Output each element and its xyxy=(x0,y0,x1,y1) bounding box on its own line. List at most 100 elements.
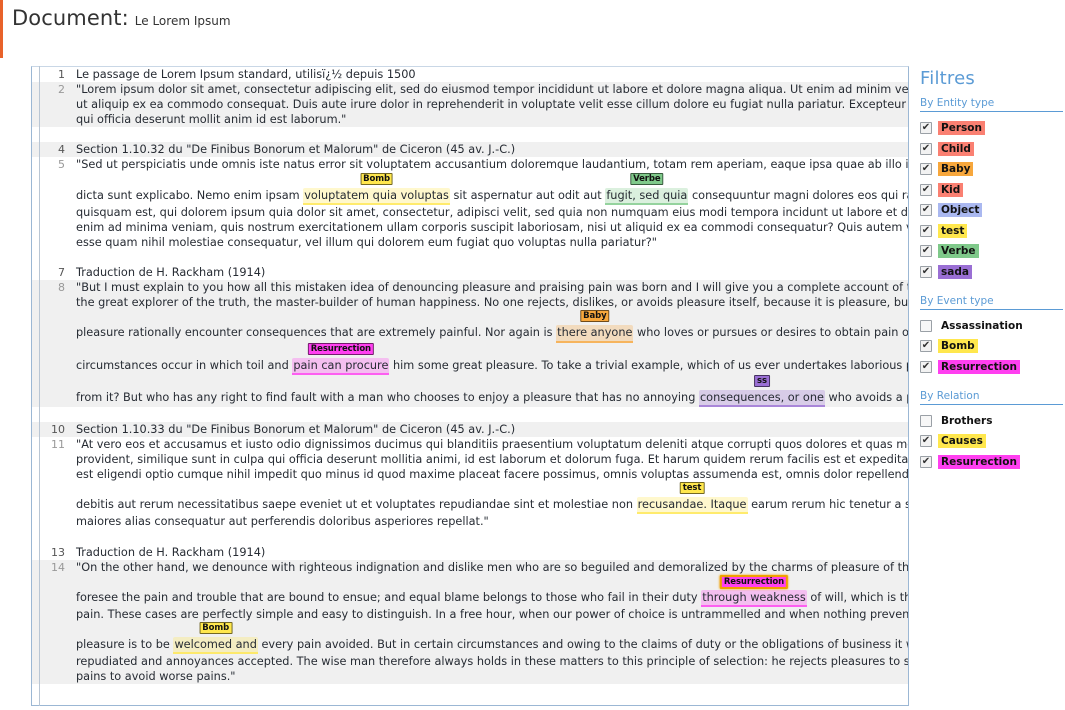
filter-item-label: Baby xyxy=(938,162,974,176)
text-fragment: "On the other hand, we denounce with rig… xyxy=(76,560,908,574)
filter-item-bomb[interactable]: ✔ Bomb xyxy=(920,339,1065,353)
annotation-span[interactable]: pain can procure Resurrection xyxy=(292,342,390,375)
filter-item-person[interactable]: ✔ Person xyxy=(920,121,1065,135)
checkbox-checked-icon[interactable]: ✔ xyxy=(920,360,932,373)
document-text-block[interactable]: "But I must explain to you how all this … xyxy=(70,280,908,407)
annotation-span[interactable]: consequences, or one ss xyxy=(698,374,825,407)
filter-item-kid[interactable]: ✔ Kid xyxy=(920,182,1065,197)
annotation-span[interactable]: through weakness Resurrection xyxy=(701,574,807,607)
document-text-block[interactable]: "On the other hand, we denounce with rig… xyxy=(70,560,908,685)
annotation-label[interactable]: Resurrection xyxy=(719,574,789,589)
annotation-label[interactable]: Verbe xyxy=(630,172,664,185)
annotation-span[interactable]: fugit, sed quia Verbe xyxy=(605,172,689,205)
filter-item-object[interactable]: ✔ Object xyxy=(920,203,1065,217)
annotation-label[interactable]: test xyxy=(679,482,705,495)
annotation-span[interactable]: welcomed and Bomb xyxy=(173,622,258,655)
document-rows: 1 Le passage de Lorem Ipsum standard, uti… xyxy=(32,67,908,685)
page-title: Document: Le Lorem Ipsum xyxy=(12,6,231,36)
checkbox-checked-icon[interactable]: ✔ xyxy=(920,224,932,237)
text-fragment: enim ad minima veniam, quis nostrum exer… xyxy=(76,220,908,234)
filter-item-baby[interactable]: ✔ Baby xyxy=(920,162,1065,176)
document-text-block[interactable]: Le passage de Lorem Ipsum standard, util… xyxy=(70,67,908,82)
filter-item-test[interactable]: ✔ test xyxy=(920,223,1065,238)
text-line: "Sed ut perspiciatis unde omnis iste nat… xyxy=(76,157,908,172)
filter-item-label: Child xyxy=(938,141,974,156)
text-fragment: est eligendi optio cumque nihil impedit … xyxy=(76,468,908,482)
text-line: pleasure rationally encounter consequenc… xyxy=(76,310,908,343)
document-row: 14 "On the other hand, we denounce with r… xyxy=(32,559,908,685)
text-fragment: Section 1.10.33 du "De Finibus Bonorum e… xyxy=(76,422,516,436)
filter-item-brothers[interactable]: Brothers xyxy=(920,414,1065,428)
document-text-block[interactable]: Section 1.10.32 du "De Finibus Bonorum e… xyxy=(70,142,908,157)
text-line: Le passage de Lorem Ipsum standard, util… xyxy=(76,67,908,82)
text-fragment: pain. These cases are perfectly simple a… xyxy=(76,607,908,621)
document-text-block[interactable]: "Sed ut perspiciatis unde omnis iste nat… xyxy=(70,157,908,250)
filter-item-label: sada xyxy=(938,264,972,279)
text-fragment: "But I must explain to you how all this … xyxy=(76,281,908,295)
document-text-block[interactable]: Traduction de H. Rackham (1914) xyxy=(70,265,908,280)
checkbox-checked-icon[interactable]: ✔ xyxy=(920,340,932,352)
annotation-label[interactable]: Bomb xyxy=(199,622,233,635)
text-line: enim ad minima veniam, quis nostrum exer… xyxy=(76,220,908,235)
text-fragment: Traduction de H. Rackham (1914) xyxy=(76,266,266,280)
text-line: esse quam nihil molestiae consequatur, v… xyxy=(76,235,908,250)
text-fragment: foresee the pain and trouble that are bo… xyxy=(76,590,702,604)
text-line xyxy=(76,173,908,188)
annotation-label[interactable]: Resurrection xyxy=(307,342,375,355)
document-text-block[interactable] xyxy=(70,250,908,265)
checkbox-checked-icon[interactable]: ✔ xyxy=(920,435,932,447)
checkbox-checked-icon[interactable]: ✔ xyxy=(920,265,932,278)
filter-item-resurrection[interactable]: ✔ Resurrection xyxy=(920,359,1065,374)
filter-item-child[interactable]: ✔ Child xyxy=(920,141,1065,156)
filter-item-causes[interactable]: ✔ Causes xyxy=(920,434,1065,448)
text-line: "On the other hand, we denounce with rig… xyxy=(76,560,908,575)
text-line: Traduction de H. Rackham (1914) xyxy=(76,265,908,280)
annotation-span[interactable]: recusandae. Itaque test xyxy=(636,482,748,515)
line-number: 10 xyxy=(51,422,65,436)
annotation-label[interactable]: Bomb xyxy=(360,172,394,185)
line-number: 4 xyxy=(58,143,65,157)
document-text-block[interactable]: "Lorem ipsum dolor sit amet, consectetur… xyxy=(70,82,908,127)
text-fragment: who avoids a pain that produ xyxy=(828,390,908,404)
annotation-span[interactable]: voluptatem quia voluptas Bomb xyxy=(303,172,450,205)
filter-item-sada[interactable]: ✔ sada xyxy=(920,264,1065,279)
document-text-pane[interactable]: 1 Le passage de Lorem Ipsum standard, uti… xyxy=(31,66,909,706)
text-fragment: from it? But who has any right to find f… xyxy=(76,390,699,404)
filter-item-verbe[interactable]: ✔ Verbe xyxy=(920,244,1065,258)
checkbox-checked-icon[interactable]: ✔ xyxy=(920,204,932,216)
document-text-block[interactable]: "At vero eos et accusamus et iusto odio … xyxy=(70,437,908,530)
annotation-span[interactable]: there anyone Baby xyxy=(556,310,634,343)
document-text-block[interactable]: Traduction de H. Rackham (1914) xyxy=(70,545,908,560)
checkbox-unchecked-icon[interactable] xyxy=(920,319,932,332)
checkbox-checked-icon[interactable]: ✔ xyxy=(920,163,932,175)
checkbox-checked-icon[interactable]: ✔ xyxy=(920,142,932,155)
document-text-block[interactable] xyxy=(70,530,908,545)
document-blank-row xyxy=(32,250,908,266)
document-row: 5 "Sed ut perspiciatis unde omnis iste na… xyxy=(32,157,908,251)
checkbox-checked-icon[interactable]: ✔ xyxy=(920,455,932,468)
filter-item-label: test xyxy=(938,223,968,238)
annotation-label[interactable]: Baby xyxy=(580,310,610,323)
document-text-block[interactable] xyxy=(70,407,908,422)
checkbox-unchecked-icon[interactable] xyxy=(920,414,932,427)
document-blank-row xyxy=(32,127,908,143)
text-line: maiores alias consequatur aut perferendi… xyxy=(76,514,908,529)
text-line: pain. These cases are perfectly simple a… xyxy=(76,607,908,622)
filter-section-entity: By Entity type ✔ Person ✔ Child ✔ Baby ✔ Kid ✔ Obj… xyxy=(920,97,1065,279)
text-fragment: him some great pleasure. To take a trivi… xyxy=(393,358,908,372)
text-fragment: ut aliquip ex ea commodo consequat. Duis… xyxy=(76,98,908,112)
document-row: 10 Section 1.10.33 du "De Finibus Bonorum… xyxy=(32,421,908,437)
checkbox-checked-icon[interactable]: ✔ xyxy=(920,122,932,134)
document-text-block[interactable]: Section 1.10.33 du "De Finibus Bonorum e… xyxy=(70,422,908,437)
text-fragment: pleasure is to be xyxy=(76,638,174,652)
checkbox-checked-icon[interactable]: ✔ xyxy=(920,245,932,257)
checkbox-checked-icon[interactable]: ✔ xyxy=(920,183,932,196)
annotation-label[interactable]: ss xyxy=(753,374,770,387)
text-fragment: Section 1.10.32 du "De Finibus Bonorum e… xyxy=(76,143,516,157)
page-title-label: Document: xyxy=(12,6,129,30)
filter-item-resurrection[interactable]: ✔ Resurrection xyxy=(920,454,1065,469)
document-text-block[interactable] xyxy=(70,127,908,142)
text-line: pleasure is to be welcomed and Bomb every… xyxy=(76,622,908,655)
filter-item-assassination[interactable]: Assassination xyxy=(920,319,1065,333)
text-line: the great explorer of the truth, the mas… xyxy=(76,295,908,310)
